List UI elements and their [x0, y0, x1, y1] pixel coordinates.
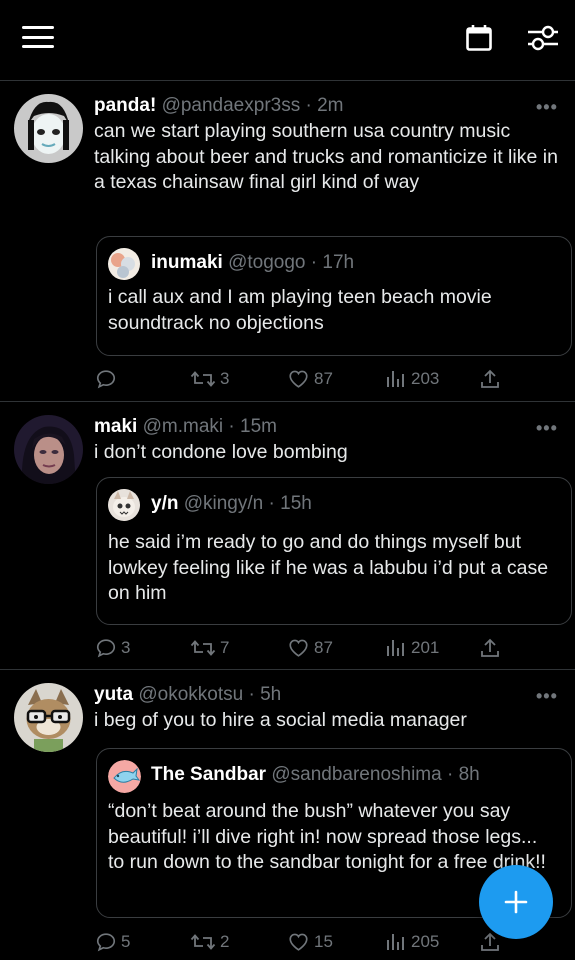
more-options-icon[interactable]: ••• [536, 687, 558, 705]
share-icon [481, 638, 499, 657]
tweet-header: yuta @okokkotsu · 5h [94, 683, 281, 707]
retweet-button[interactable]: 7 [190, 636, 229, 660]
views-button[interactable]: 203 [385, 367, 439, 391]
retweet-button[interactable]: 3 [190, 367, 229, 391]
like-count: 15 [314, 932, 333, 951]
like-button[interactable]: 87 [287, 636, 333, 660]
avatar[interactable] [14, 415, 83, 484]
reply-button[interactable]: 3 [95, 636, 130, 660]
tweet-header: panda! @pandaexpr3ss · 2m [94, 94, 344, 118]
action-bar: 3 87 203 [0, 367, 575, 391]
tweet-text: can we start playing southern usa countr… [94, 120, 558, 193]
retweet-icon [190, 371, 216, 387]
reply-icon [96, 933, 116, 952]
timestamp: · 2m [305, 95, 344, 116]
quote-timestamp: · 8h [446, 764, 480, 785]
quote-header: inumaki @togogo · 17h [151, 251, 354, 275]
analytics-icon [387, 371, 404, 387]
quote-text: “don’t beat around the bush” whatever yo… [108, 800, 546, 873]
share-icon [481, 369, 499, 388]
analytics-icon [387, 640, 404, 656]
reply-count: 3 [121, 638, 131, 657]
avatar[interactable] [14, 683, 83, 752]
quoted-tweet[interactable]: inumaki @togogo · 17h i call aux and I a… [96, 236, 572, 356]
retweet-icon [190, 934, 216, 950]
quote-timestamp: · 15h [268, 493, 312, 514]
retweet-count: 7 [220, 638, 230, 657]
quote-handle: @togogo [228, 252, 306, 273]
plus-icon [504, 890, 528, 914]
handle[interactable]: @pandaexpr3ss [162, 95, 301, 116]
more-options-icon[interactable]: ••• [536, 419, 558, 437]
quote-avatar [108, 489, 140, 521]
display-name[interactable]: yuta [94, 684, 133, 705]
more-options-icon[interactable]: ••• [536, 98, 558, 116]
like-count: 87 [314, 638, 333, 657]
sliders-icon[interactable] [527, 24, 559, 57]
tweet-header: maki @m.maki · 15m [94, 415, 277, 439]
heart-icon [289, 933, 308, 951]
views-button[interactable]: 205 [385, 930, 439, 954]
retweet-count: 3 [220, 369, 230, 388]
retweet-button[interactable]: 2 [190, 930, 229, 954]
analytics-icon [387, 934, 404, 950]
handle[interactable]: @m.maki [143, 416, 224, 437]
views-count: 201 [411, 638, 440, 657]
reply-button[interactable] [95, 367, 121, 391]
quote-display-name: The Sandbar [151, 764, 267, 785]
quote-header: y/n @kingy/n · 15h [151, 492, 312, 516]
tweet[interactable]: maki @m.maki · 15m ••• i don’t condone l… [0, 403, 575, 670]
tweet-text: i beg of you to hire a social media mana… [94, 709, 467, 731]
tweet[interactable]: panda! @pandaexpr3ss · 2m ••• can we sta… [0, 82, 575, 402]
quote-avatar [108, 760, 141, 793]
quote-display-name: y/n [151, 493, 179, 514]
action-bar: 3 7 87 201 [0, 636, 575, 660]
display-name[interactable]: panda! [94, 95, 156, 116]
quote-text: i call aux and I am playing teen beach m… [108, 286, 492, 334]
retweet-icon [190, 640, 216, 656]
views-button[interactable]: 201 [385, 636, 439, 660]
quoted-tweet[interactable]: y/n @kingy/n · 15h he said i’m ready to … [96, 477, 572, 625]
tweet-text: i don’t condone love bombing [94, 441, 348, 463]
like-button[interactable]: 15 [287, 930, 333, 954]
like-button[interactable]: 87 [287, 367, 333, 391]
display-name[interactable]: maki [94, 416, 137, 437]
retweet-count: 2 [220, 932, 230, 951]
reply-button[interactable]: 5 [95, 930, 130, 954]
quote-timestamp: · 17h [310, 252, 355, 273]
action-bar: 5 2 15 205 [0, 930, 575, 954]
hamburger-menu-icon[interactable] [22, 26, 54, 48]
like-count: 87 [314, 369, 333, 388]
reply-count: 5 [121, 932, 131, 951]
heart-icon [289, 639, 308, 657]
quote-display-name: inumaki [151, 252, 223, 273]
reply-icon [96, 639, 116, 658]
quote-handle: @sandbarenoshima [271, 764, 442, 785]
timestamp: · 5h [248, 684, 282, 705]
timestamp: · 15m [228, 416, 277, 437]
quote-avatar [108, 248, 140, 280]
top-bar [0, 0, 575, 81]
quote-handle: @kingy/n [183, 493, 264, 514]
quote-header: The Sandbar @sandbarenoshima · 8h [151, 763, 480, 787]
heart-icon [289, 370, 308, 388]
reply-icon [96, 370, 116, 389]
share-button[interactable] [480, 636, 500, 660]
compose-button[interactable] [479, 865, 553, 939]
handle[interactable]: @okokkotsu [138, 684, 243, 705]
quote-text: he said i’m ready to go and do things my… [108, 531, 549, 604]
views-count: 205 [411, 932, 440, 951]
share-button[interactable] [480, 367, 500, 391]
calendar-icon[interactable] [465, 24, 493, 57]
views-count: 203 [411, 369, 440, 388]
avatar[interactable] [14, 94, 83, 163]
